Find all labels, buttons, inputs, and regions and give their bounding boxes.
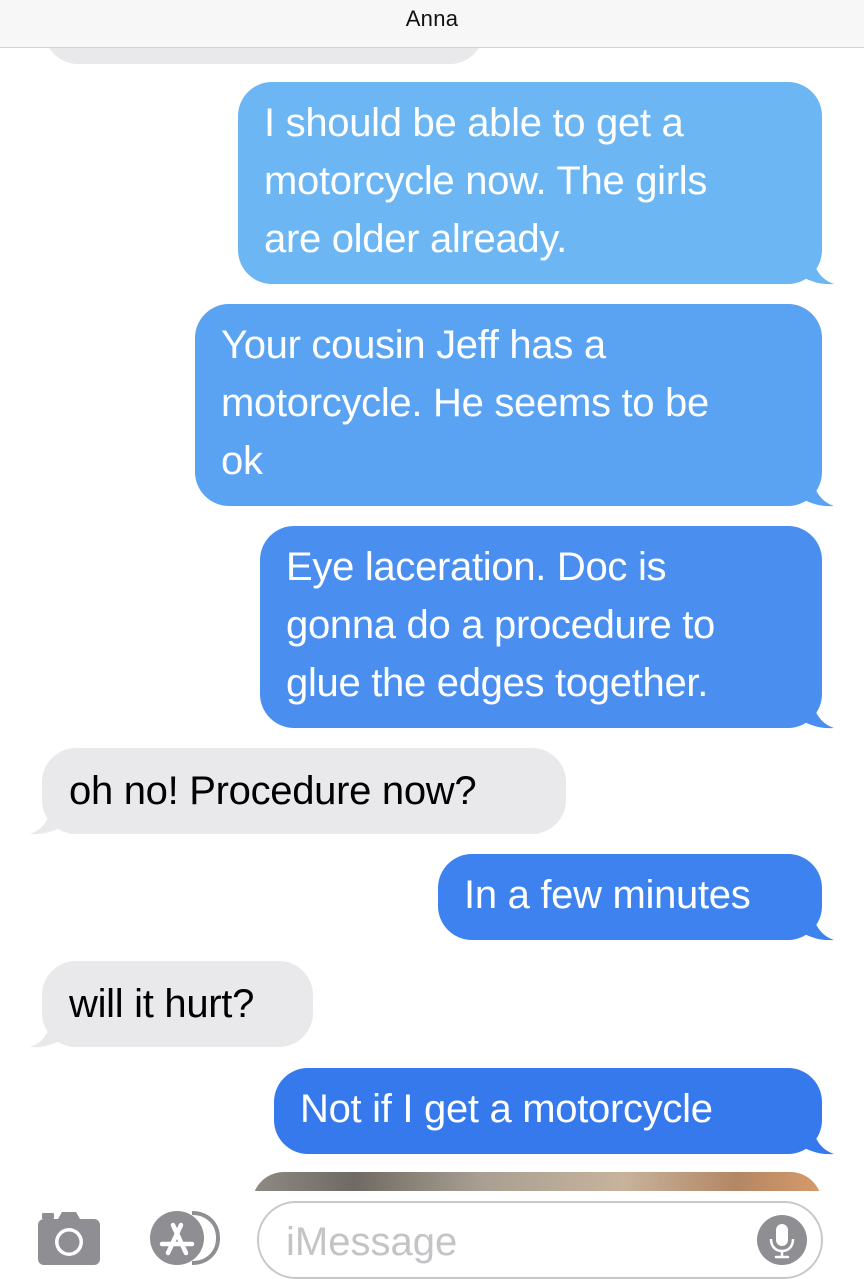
message-thread[interactable]: I should be able to get a motorcycle now.… bbox=[0, 48, 864, 1191]
message-text: In a few minutes bbox=[464, 873, 751, 917]
photo-attachment-partial[interactable] bbox=[252, 1172, 822, 1191]
message-text: I should be able to get a motorcycle now.… bbox=[264, 101, 708, 261]
received-message-bubble[interactable]: will it hurt? bbox=[30, 961, 313, 1048]
sent-message-bubble[interactable]: Not if I get a motorcycle bbox=[274, 1068, 834, 1155]
message-composer: iMessage bbox=[0, 1191, 864, 1279]
sent-message-bubble[interactable]: Eye laceration. Doc is gonna do a procedu… bbox=[260, 526, 834, 729]
message-text: Eye laceration. Doc is gonna do a procedu… bbox=[286, 545, 715, 705]
received-message-bubble[interactable]: oh no! Procedure now? bbox=[30, 748, 566, 835]
message-text: Your cousin Jeff has a motorcycle. He see… bbox=[221, 323, 709, 483]
conversation-header: Anna bbox=[0, 0, 864, 48]
bubble-tail bbox=[30, 804, 66, 835]
bubble-tail bbox=[798, 1124, 834, 1155]
bubble-tail bbox=[798, 698, 834, 729]
bubble-tail bbox=[798, 476, 834, 507]
message-text: will it hurt? bbox=[69, 982, 255, 1026]
microphone-icon[interactable] bbox=[757, 1215, 807, 1265]
bubble-tail bbox=[30, 1017, 66, 1048]
received-bubble-partial bbox=[44, 48, 484, 64]
sent-message-bubble[interactable]: Your cousin Jeff has a motorcycle. He see… bbox=[195, 304, 834, 507]
contact-name[interactable]: Anna bbox=[406, 6, 459, 32]
message-text: Not if I get a motorcycle bbox=[300, 1087, 713, 1131]
camera-icon[interactable] bbox=[34, 1209, 104, 1269]
message-text: oh no! Procedure now? bbox=[69, 769, 477, 813]
sent-message-bubble[interactable]: I should be able to get a motorcycle now.… bbox=[238, 82, 834, 285]
imessage-input[interactable]: iMessage bbox=[257, 1201, 823, 1279]
bubble-tail bbox=[798, 910, 834, 941]
bubble-tail bbox=[798, 254, 834, 285]
sent-message-bubble[interactable]: In a few minutes bbox=[438, 854, 834, 941]
input-placeholder: iMessage bbox=[286, 1220, 458, 1264]
app-store-icon[interactable] bbox=[148, 1209, 224, 1267]
